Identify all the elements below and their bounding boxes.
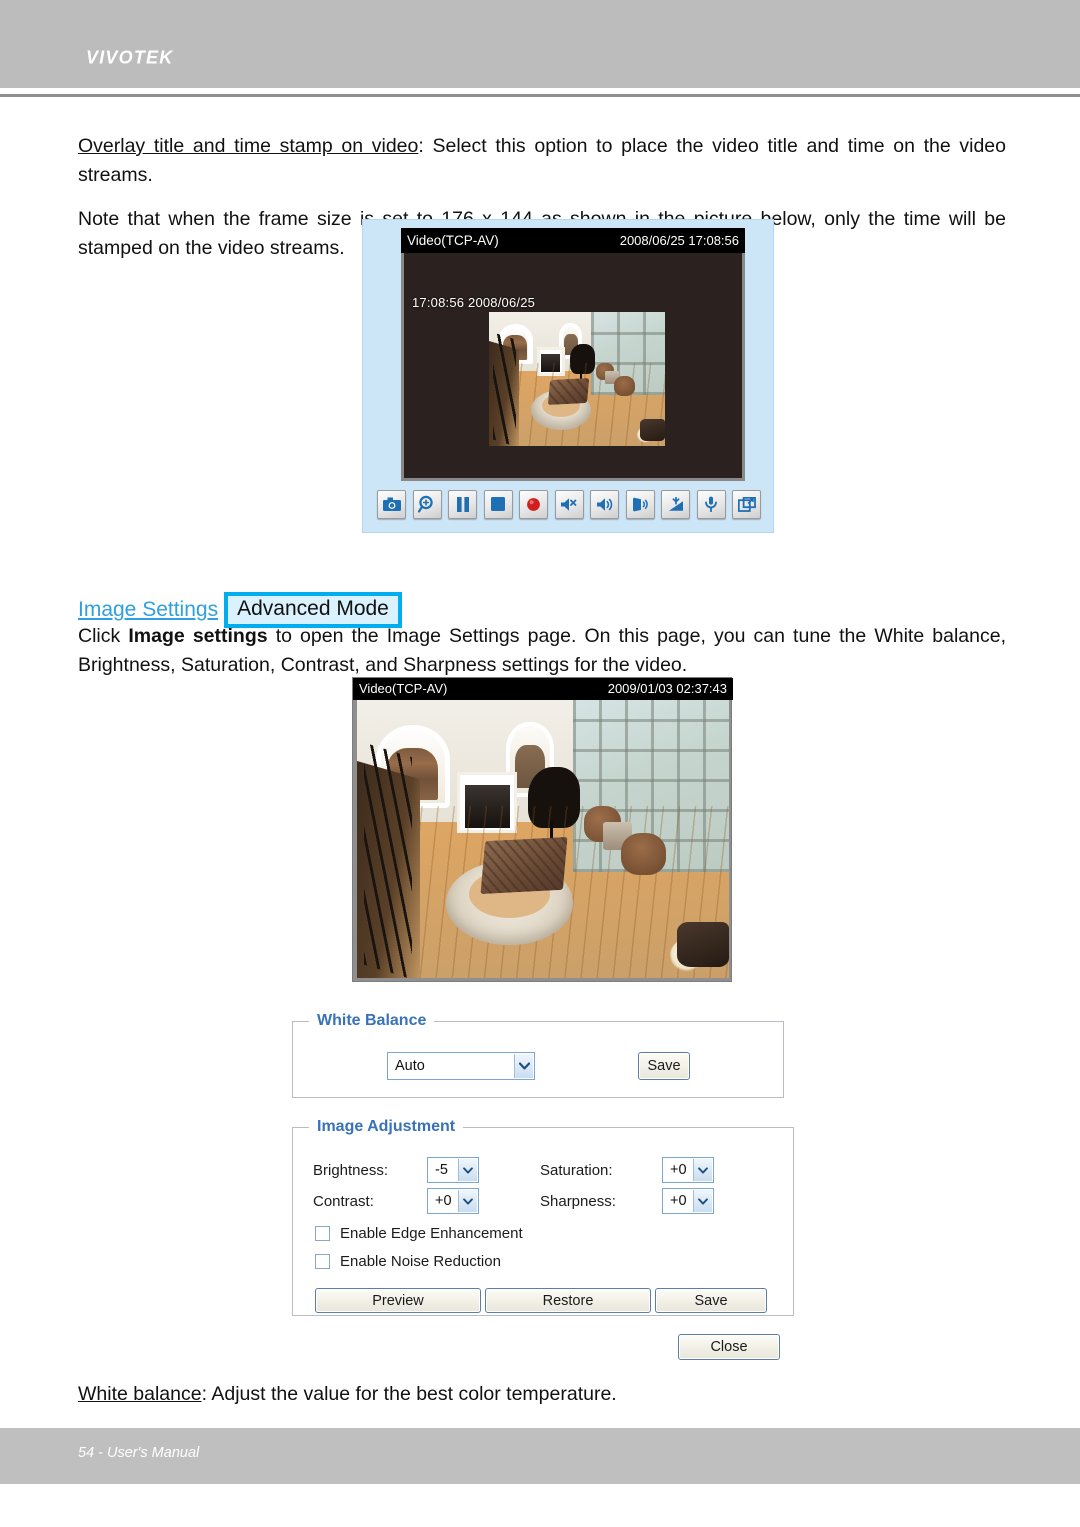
white-balance-rest: : Adjust the value for the best color te… xyxy=(201,1383,617,1405)
player1-toolbar[interactable] xyxy=(373,486,765,522)
player1-screen: 17:08:56 2008/06/25 xyxy=(401,253,745,481)
player1-overlay-timestamp: 17:08:56 2008/06/25 xyxy=(412,295,536,310)
overlay-title-term: Overlay title and time stamp on video xyxy=(78,135,419,157)
footer-page-label: 54 - User's Manual xyxy=(78,1445,200,1461)
digital-zoom-icon[interactable] xyxy=(412,489,442,519)
player2-titlebar: Video(TCP-AV) 2009/01/03 02:37:43 xyxy=(353,678,733,700)
white-balance-panel: White Balance Auto Save xyxy=(292,1012,784,1098)
sharpness-value: +0 xyxy=(670,1193,687,1209)
player2-timestamp: 2009/01/03 02:37:43 xyxy=(607,681,727,696)
para3-bold-term: Image settings xyxy=(128,625,268,647)
brand-logo: VIVOTEK xyxy=(86,47,174,68)
white-balance-text-block: White balance: Adjust the value for the … xyxy=(78,1380,1006,1409)
room-scene-small xyxy=(489,312,665,446)
stop-icon[interactable] xyxy=(483,489,513,519)
player1-titlebar: Video(TCP-AV) 2008/06/25 17:08:56 xyxy=(401,228,745,253)
mic-volume-icon[interactable] xyxy=(661,489,690,519)
fullscreen-icon[interactable] xyxy=(732,489,761,519)
close-button[interactable]: Close xyxy=(678,1334,780,1360)
brightness-value: -5 xyxy=(435,1162,448,1178)
saturation-value: +0 xyxy=(670,1162,687,1178)
saturation-label: Saturation: xyxy=(540,1162,613,1179)
chevron-down-icon[interactable] xyxy=(458,1190,477,1212)
edge-enhancement-checkbox[interactable] xyxy=(315,1226,330,1241)
image-adjustment-legend: Image Adjustment xyxy=(317,1118,456,1135)
restore-button[interactable]: Restore xyxy=(485,1288,651,1313)
brightness-select[interactable]: -5 xyxy=(427,1157,479,1183)
player2-title: Video(TCP-AV) xyxy=(359,681,448,696)
contrast-label: Contrast: xyxy=(313,1193,374,1210)
white-balance-save-button[interactable]: Save xyxy=(638,1052,690,1080)
snapshot-icon[interactable] xyxy=(377,489,406,519)
record-icon[interactable] xyxy=(519,489,548,519)
volume-icon[interactable] xyxy=(590,489,619,519)
player2-video-frame xyxy=(357,700,729,978)
player1-video-frame xyxy=(489,312,665,446)
white-balance-fieldset: White Balance Auto Save xyxy=(292,1012,784,1098)
chevron-down-icon[interactable] xyxy=(693,1159,712,1181)
white-balance-select[interactable]: Auto xyxy=(387,1052,535,1080)
white-balance-value: Auto xyxy=(395,1058,425,1074)
noise-reduction-label: Enable Noise Reduction xyxy=(340,1253,501,1270)
image-adjustment-fieldset: Image Adjustment Brightness: -5 Saturati… xyxy=(292,1118,794,1316)
pause-icon[interactable] xyxy=(448,489,477,519)
image-adjustment-save-button[interactable]: Save xyxy=(655,1288,767,1313)
noise-reduction-checkbox[interactable] xyxy=(315,1254,330,1269)
chevron-down-icon[interactable] xyxy=(693,1190,712,1212)
paragraph-white-balance: White balance: Adjust the value for the … xyxy=(78,1380,1006,1409)
image-settings-link[interactable]: Image Settings xyxy=(78,598,218,622)
para3-lead: Click xyxy=(78,625,129,647)
header-divider xyxy=(0,94,1080,97)
white-balance-legend: White Balance xyxy=(317,1012,427,1029)
edge-enhancement-row[interactable]: Enable Edge Enhancement xyxy=(315,1225,523,1242)
player1-timestamp: 2008/06/25 17:08:56 xyxy=(619,233,739,248)
chevron-down-icon[interactable] xyxy=(514,1054,533,1078)
talk-icon[interactable] xyxy=(625,489,655,519)
microphone-icon[interactable] xyxy=(696,489,726,519)
close-button-wrap: Close xyxy=(678,1334,780,1360)
chevron-down-icon[interactable] xyxy=(458,1159,477,1181)
page-header: VIVOTEK xyxy=(0,0,1080,88)
room-scene-large xyxy=(357,700,729,978)
brightness-label: Brightness: xyxy=(313,1162,389,1179)
player1-title: Video(TCP-AV) xyxy=(407,233,499,248)
video-player-large: Video(TCP-AV) 2009/01/03 02:37:43 xyxy=(352,677,733,982)
paragraph-image-settings: Click Image settings to open the Image S… xyxy=(78,622,1006,680)
image-settings-text-block: Click Image settings to open the Image S… xyxy=(78,622,1006,680)
volume-mute-icon[interactable] xyxy=(554,489,584,519)
noise-reduction-row[interactable]: Enable Noise Reduction xyxy=(315,1253,501,1270)
contrast-value: +0 xyxy=(435,1193,452,1209)
contrast-select[interactable]: +0 xyxy=(427,1188,479,1214)
image-adjustment-panel: Image Adjustment Brightness: -5 Saturati… xyxy=(292,1118,794,1316)
sharpness-select[interactable]: +0 xyxy=(662,1188,714,1214)
paragraph-overlay-title: Overlay title and time stamp on video: S… xyxy=(78,132,1006,190)
saturation-select[interactable]: +0 xyxy=(662,1157,714,1183)
sharpness-label: Sharpness: xyxy=(540,1193,616,1210)
video-player-small: Video(TCP-AV) 2008/06/25 17:08:56 17:08:… xyxy=(362,219,774,533)
white-balance-term: White balance xyxy=(78,1383,202,1405)
edge-enhancement-label: Enable Edge Enhancement xyxy=(340,1225,523,1242)
preview-button[interactable]: Preview xyxy=(315,1288,481,1313)
